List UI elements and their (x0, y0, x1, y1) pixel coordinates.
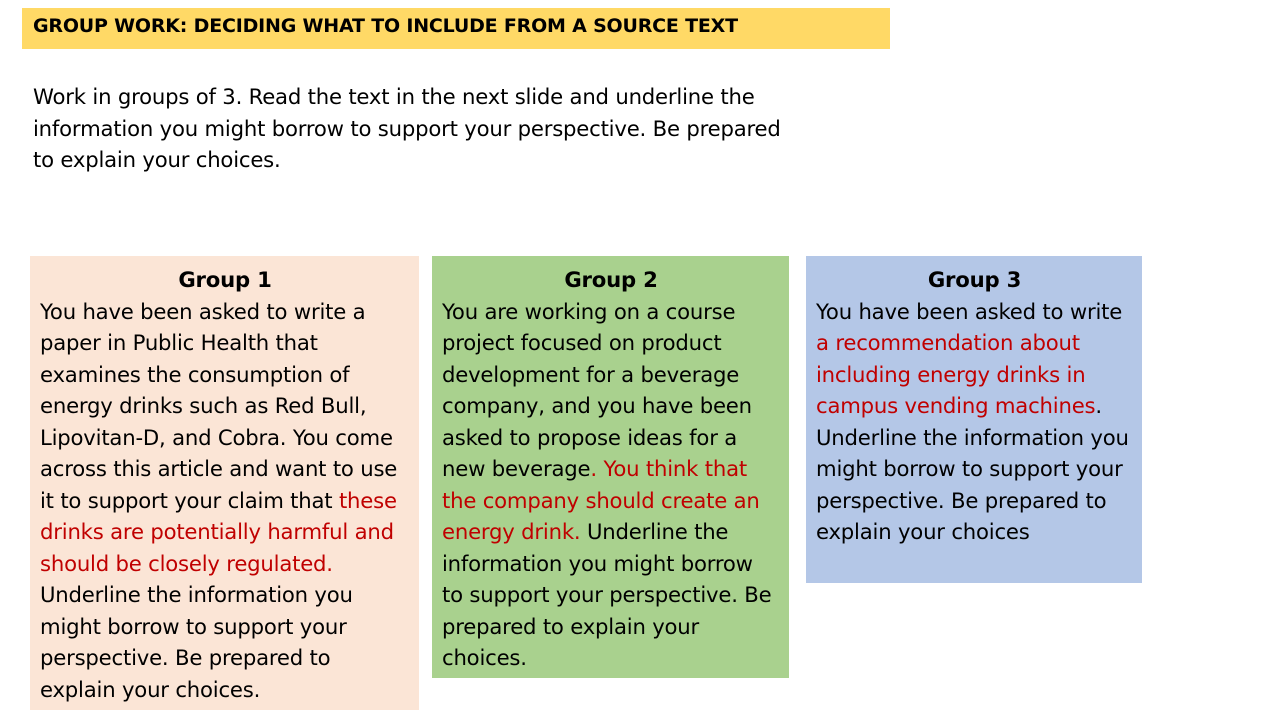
group-3-text: You have been asked to write (816, 298, 1123, 324)
slide-title-text: GROUP WORK: DECIDING WHAT TO INCLUDE FRO… (33, 15, 738, 37)
slide-title: GROUP WORK: DECIDING WHAT TO INCLUDE FRO… (22, 8, 890, 49)
group-1-heading: Group 1 (178, 267, 272, 292)
group-3-card: Group 3 You have been asked to write a r… (806, 256, 1142, 583)
group-1-text: You have been asked to write a paper in … (40, 298, 398, 513)
group-1-text-after: Underline the information you might borr… (40, 582, 353, 702)
slide-intro: Work in groups of 3. Read the text in th… (33, 84, 781, 172)
group-2-heading: Group 2 (564, 267, 658, 292)
group-3-highlight: a recommendation about including energy … (816, 330, 1096, 418)
group-2-card: Group 2 You are working on a course proj… (432, 256, 789, 678)
group-2-text: You are working on a course project focu… (442, 298, 752, 482)
group-1-card: Group 1 You have been asked to write a p… (30, 256, 419, 710)
group-3-heading: Group 3 (927, 267, 1022, 292)
